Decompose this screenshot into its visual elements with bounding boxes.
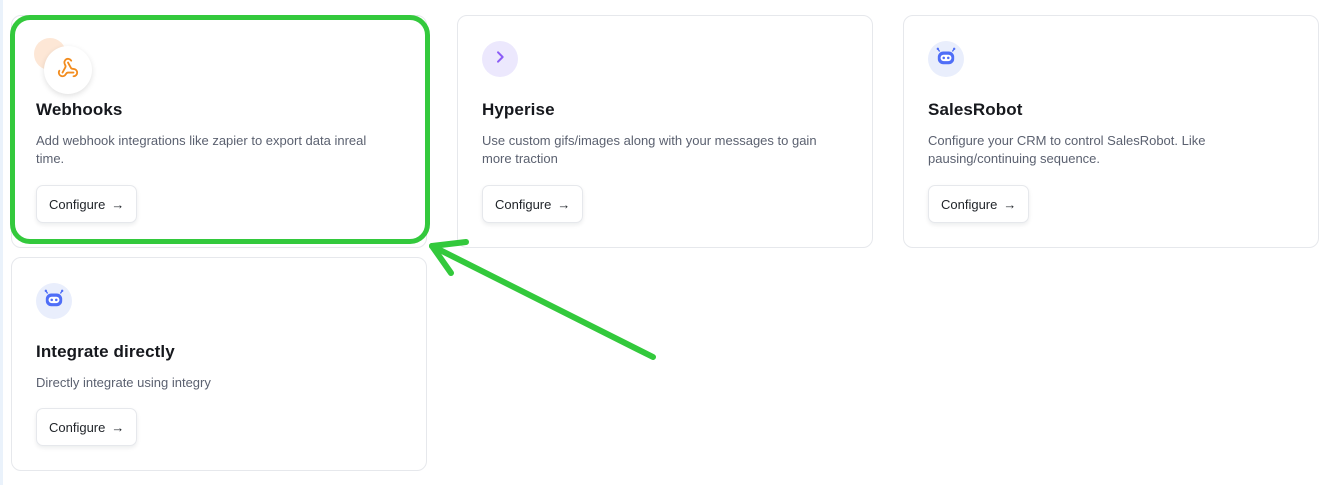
card-description: Use custom gifs/images along with your m… xyxy=(482,133,817,166)
configure-button-label: Configure xyxy=(941,196,998,212)
robot-icon-badge xyxy=(928,41,964,77)
card-description: Configure your CRM to control SalesRobot… xyxy=(928,133,1206,166)
robot-icon xyxy=(43,289,65,314)
arrow-right-icon: → xyxy=(557,196,571,212)
configure-button[interactable]: Configure → xyxy=(482,185,584,223)
webhook-icon-badge xyxy=(44,46,92,94)
webhook-icon xyxy=(57,57,79,84)
card-title: SalesRobot xyxy=(928,100,1023,119)
robot-icon-badge xyxy=(36,283,72,319)
hyperise-icon-badge xyxy=(482,41,518,77)
card-description: Directly integrate using integry xyxy=(36,375,211,390)
configure-button-label: Configure xyxy=(495,196,552,212)
arrow-right-icon: → xyxy=(111,419,125,435)
integration-card-salesrobot: SalesRobot Configure your CRM to control… xyxy=(903,15,1319,248)
configure-button[interactable]: Configure → xyxy=(36,185,138,223)
arrow-right-icon: → xyxy=(1003,196,1017,212)
configure-button[interactable]: Configure → xyxy=(928,185,1030,223)
chevron-right-icon xyxy=(492,49,508,70)
card-title: Hyperise xyxy=(482,100,555,119)
arrow-right-icon: → xyxy=(111,196,125,212)
card-description: Add webhook integrations like zapier to … xyxy=(36,133,367,166)
configure-button-label: Configure xyxy=(49,196,106,212)
robot-icon xyxy=(935,47,957,72)
integration-card-hyperise: Hyperise Use custom gifs/images along wi… xyxy=(457,15,873,248)
integration-card-webhooks: Webhooks Add webhook integrations like z… xyxy=(11,15,427,248)
card-title: Integrate directly xyxy=(36,342,175,361)
configure-button[interactable]: Configure → xyxy=(36,408,138,446)
integration-card-integrate-directly: Integrate directly Directly integrate us… xyxy=(11,257,427,471)
card-title: Webhooks xyxy=(36,100,123,119)
left-edge xyxy=(0,0,3,485)
configure-button-label: Configure xyxy=(49,419,106,435)
